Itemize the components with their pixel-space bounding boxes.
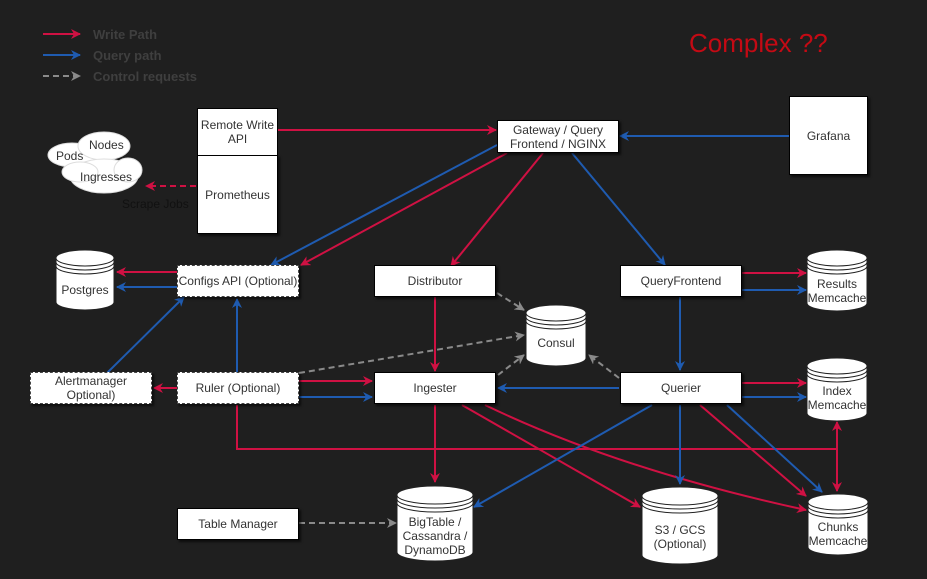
gateway-node[interactable]: Gateway / Query Frontend / NGINX xyxy=(497,120,619,153)
cloud-nodes-label: Nodes xyxy=(89,138,124,152)
cloud-ingresses-label: Ingresses xyxy=(80,170,133,184)
edge-querier-to-chunks-write xyxy=(699,404,807,497)
edge-ruler-to-consul xyxy=(298,331,525,374)
postgres-label: Postgres xyxy=(61,283,109,297)
results-memcache-label: Results Memcache xyxy=(807,277,867,305)
consul-label: Consul xyxy=(537,336,575,350)
querier-node[interactable]: Querier xyxy=(620,372,742,404)
edge-querier-to-consul xyxy=(588,354,620,379)
edge-alertmanager-to-configs xyxy=(106,296,185,374)
bigtable-label: BigTable / Cassandra / DynamoDB xyxy=(402,515,468,557)
edge-gateway-to-distributor xyxy=(450,152,544,267)
prometheus-node[interactable]: Prometheus xyxy=(197,155,278,234)
diagram-title: Complex ?? xyxy=(689,28,828,58)
cloud-pods-label: Pods xyxy=(56,149,84,163)
legend-write-label: Write Path xyxy=(93,27,158,42)
queryfrontend-node[interactable]: QueryFrontend xyxy=(620,265,742,297)
edge-ruler-to-index-chunks xyxy=(236,405,837,450)
edge-gateway-to-configs-query xyxy=(270,144,498,266)
scrape-jobs-label: Scrape Jobs xyxy=(122,197,189,211)
postgres-cylinder xyxy=(55,249,115,311)
chunks-memcache-label: Chunks Memcache xyxy=(808,520,868,548)
remote-write-node[interactable]: Remote Write API xyxy=(197,108,278,156)
legend xyxy=(43,29,81,81)
distributor-node[interactable]: Distributor xyxy=(374,265,496,297)
alertmanager-node[interactable]: Alertmanager Optional) xyxy=(30,372,152,404)
legend-query-label: Query path xyxy=(93,48,162,63)
legend-control-label: Control requests xyxy=(93,69,198,84)
ruler-node[interactable]: Ruler (Optional) xyxy=(177,372,299,404)
edge-distributor-to-consul xyxy=(496,292,525,311)
edge-gateway-to-configs xyxy=(300,152,508,266)
edge-ingester-to-s3 xyxy=(461,404,641,508)
ingester-node[interactable]: Ingester xyxy=(374,372,496,404)
table-manager-node[interactable]: Table Manager xyxy=(177,508,299,540)
grafana-node[interactable]: Grafana xyxy=(789,96,868,175)
edge-querier-to-bigtable xyxy=(473,404,653,508)
index-memcache-label: Index Memcache xyxy=(807,384,867,412)
edge-ingester-to-consul xyxy=(497,354,525,376)
s3-label: S3 / GCS (Optional) xyxy=(653,523,707,551)
configs-api-node[interactable]: Configs API (Optional) xyxy=(177,265,299,297)
edge-gateway-to-queryfrontend xyxy=(571,152,666,266)
